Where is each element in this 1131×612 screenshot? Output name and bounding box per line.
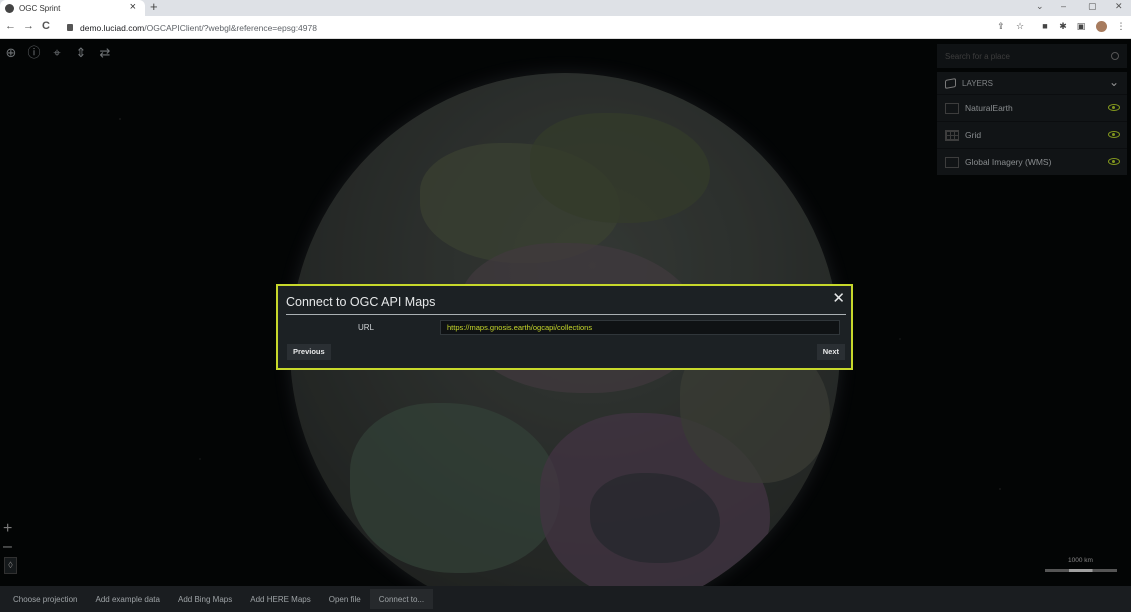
window-close-icon[interactable]: ✕	[1115, 1, 1123, 12]
share-icon[interactable]: ⇪	[996, 21, 1006, 31]
browser-tab[interactable]: OGC Sprint ×	[0, 0, 145, 16]
profile-avatar[interactable]	[1096, 21, 1107, 32]
url-field[interactable]: demo.luciad.com/OGCAPIClient/?webgl&refe…	[60, 19, 980, 36]
map-app[interactable]: ⊕ ⓘ ⌖ ⇕ ⇄ + – ◊ Search for a place LAYER…	[0, 39, 1131, 612]
tab-favicon-icon	[5, 3, 14, 13]
tab-title: OGC Sprint	[19, 3, 61, 13]
close-icon[interactable]: ✕	[832, 291, 845, 306]
new-tab-button[interactable]: +	[150, 0, 158, 14]
next-button[interactable]: Next	[816, 344, 845, 360]
open-file-button[interactable]: Open file	[320, 589, 370, 609]
url-input[interactable]: https://maps.gnosis.earth/ogcapi/collect…	[440, 320, 840, 335]
previous-button[interactable]: Previous	[287, 344, 331, 360]
url-label: URL	[358, 323, 375, 332]
maximize-icon[interactable]: ▢	[1088, 1, 1097, 12]
browser-tab-bar: OGC Sprint × + ⌄ – ▢ ✕	[0, 0, 1131, 16]
add-here-maps-button[interactable]: Add HERE Maps	[241, 589, 319, 609]
dialog-title: Connect to OGC API Maps	[286, 295, 436, 309]
forward-button[interactable]: →	[23, 20, 34, 32]
side-panel-icon[interactable]: ▣	[1076, 21, 1086, 31]
url-path: /OGCAPIClient/?webgl&reference=epsg:4978	[144, 22, 317, 33]
add-bing-maps-button[interactable]: Add Bing Maps	[169, 589, 241, 609]
minimize-icon[interactable]: –	[1061, 1, 1066, 11]
choose-projection-button[interactable]: Choose projection	[4, 589, 86, 609]
back-button[interactable]: ←	[5, 20, 16, 32]
extension-icon[interactable]: ■	[1040, 21, 1050, 31]
menu-kebab-icon[interactable]: ⋮	[1116, 21, 1126, 31]
tab-close-icon[interactable]: ×	[130, 1, 136, 13]
add-example-data-button[interactable]: Add example data	[86, 589, 169, 609]
connect-to-button[interactable]: Connect to...	[369, 589, 434, 609]
tab-search-icon[interactable]: ⌄	[1036, 1, 1044, 12]
bottom-toolbar: Choose projection Add example data Add B…	[0, 586, 1131, 612]
address-bar: ← → C demo.luciad.com/OGCAPIClient/?webg…	[0, 16, 1131, 39]
puzzle-icon[interactable]: ✱	[1058, 21, 1068, 31]
reload-button[interactable]: C	[42, 20, 50, 32]
bookmark-star-icon[interactable]: ☆	[1015, 21, 1025, 31]
lock-icon	[67, 24, 73, 31]
dialog-divider	[286, 314, 846, 315]
connect-dialog: Connect to OGC API Maps ✕ URL https://ma…	[276, 284, 853, 370]
url-host: demo.luciad.com	[80, 22, 145, 33]
